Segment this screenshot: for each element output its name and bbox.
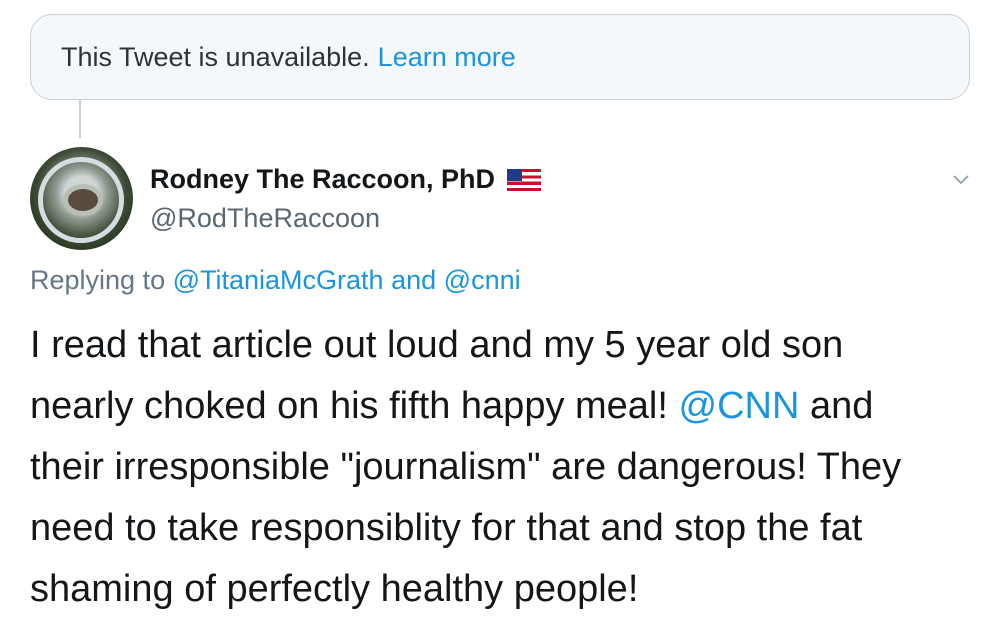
tweet-body: I read that article out loud and my 5 ye… — [30, 315, 980, 620]
tweet-line-3: their irresponsible "journalism" are dan… — [30, 446, 902, 488]
tweet-line-1: I read that article out loud and my 5 ye… — [30, 324, 844, 366]
tweet-line-2-start: nearly choked on his fifth happy meal! — [30, 385, 679, 427]
tweet-line-4: need to take responsiblity for that and … — [30, 507, 863, 549]
thread-connector-line — [79, 100, 81, 138]
unavailable-text: This Tweet is unavailable. — [61, 41, 370, 72]
tweet-line-2: nearly choked on his fifth happy meal! @… — [30, 376, 980, 437]
tweet-line-2-end: and — [799, 385, 874, 427]
author-handle[interactable]: @RodTheRaccoon — [150, 203, 380, 234]
avatar[interactable] — [30, 147, 133, 250]
unavailable-tweet-notice: This Tweet is unavailable. Learn more — [30, 14, 970, 100]
learn-more-link[interactable]: Learn more — [378, 42, 516, 73]
mention-titaniamcgrath[interactable]: @TitaniaMcGrath — [173, 265, 384, 295]
reply-conjunction: and — [391, 265, 437, 295]
author-name-row[interactable]: Rodney The Raccoon, PhD — [150, 164, 542, 195]
mention-cnni[interactable]: @cnni — [444, 265, 521, 295]
mention-cnn[interactable]: @CNN — [679, 385, 800, 427]
chevron-down-icon[interactable] — [952, 170, 970, 188]
author-name[interactable]: Rodney The Raccoon, PhD — [150, 164, 495, 195]
replying-to: Replying to @TitaniaMcGrath and @cnni — [30, 265, 521, 296]
tweet-line-5: shaming of perfectly healthy people! — [30, 568, 639, 610]
us-flag-icon — [507, 168, 542, 191]
replying-to-label: Replying to — [30, 265, 166, 295]
